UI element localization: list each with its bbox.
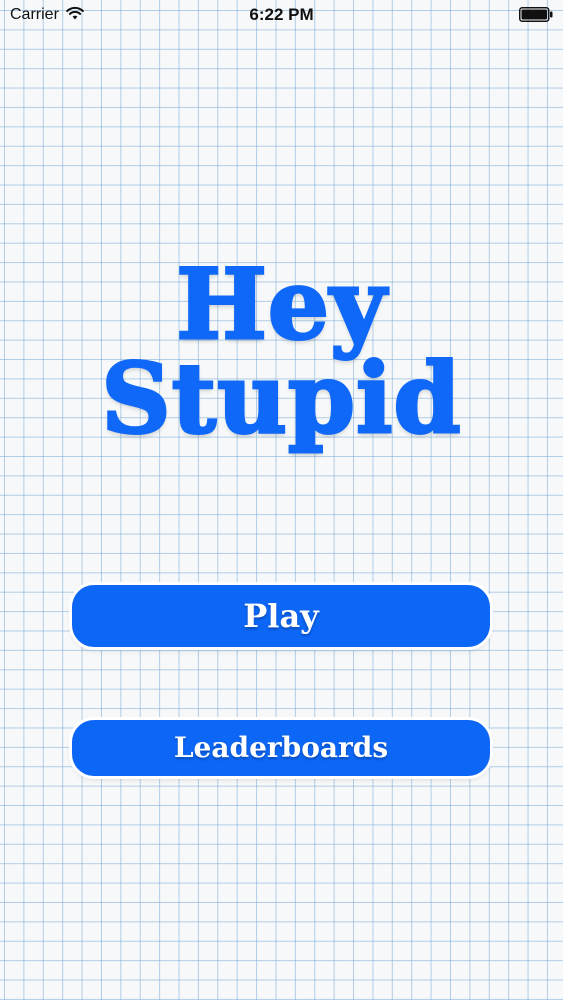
status-bar: Carrier 6:22 PM bbox=[0, 0, 563, 30]
app-screen: Carrier 6:22 PM Hey Stupid Play Leaderbo… bbox=[0, 0, 563, 1000]
leaderboards-button[interactable]: Leaderboards bbox=[72, 720, 490, 776]
play-button[interactable]: Play bbox=[72, 585, 490, 647]
game-title: Hey Stupid bbox=[0, 248, 563, 455]
title-line-1: Hey bbox=[175, 248, 388, 361]
title-line-2: Stupid bbox=[100, 342, 462, 455]
status-time: 6:22 PM bbox=[249, 5, 314, 24]
battery-icon bbox=[519, 7, 553, 22]
